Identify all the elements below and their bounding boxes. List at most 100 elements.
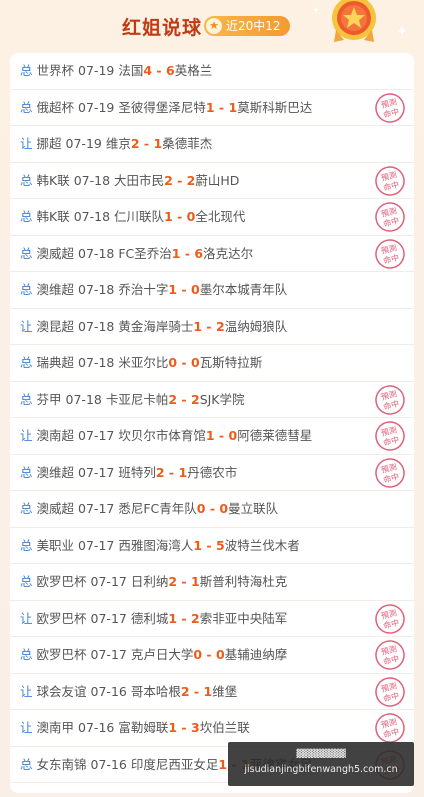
bet-type-tag: 总 bbox=[20, 501, 33, 516]
away-team: 桑德菲杰 bbox=[162, 136, 213, 151]
away-team: 索非亚中央陆军 bbox=[199, 610, 288, 626]
league-name: 美职业 bbox=[36, 537, 75, 553]
hit-stamp-icon: 預測命中 bbox=[375, 384, 405, 415]
list-item[interactable]: 让欧罗巴杯 07-17 德利城1 - 2索非亚中央陆军 預測 命中 bbox=[10, 601, 414, 637]
away-score: 0 bbox=[190, 355, 200, 370]
home-team: 大田市民 bbox=[114, 172, 165, 188]
home-team: 克卢日大学 bbox=[130, 647, 194, 662]
score-separator: - bbox=[214, 99, 229, 115]
list-item[interactable]: 总美职业 07-17 西雅图海湾人1 - 5波特兰伐木者 bbox=[10, 528, 414, 564]
list-item[interactable]: 让澳南超 07-17 坎贝尔市体育馆1 - 0阿德莱德彗星 預測 命中 bbox=[10, 418, 414, 455]
away-team: 蔚山HD bbox=[195, 172, 240, 188]
match-date: 07-17 bbox=[90, 610, 127, 626]
home-team: 圣彼得堡泽尼特 bbox=[118, 99, 206, 115]
away-score: 1 bbox=[203, 683, 213, 699]
list-item[interactable]: 总韩K联 07-18 仁川联队1 - 0全北现代 預測 命中 bbox=[10, 199, 414, 236]
home-team: 仁川联队 bbox=[114, 209, 165, 224]
away-score: 6 bbox=[194, 245, 204, 261]
hit-stamp-icon: 預測命中 bbox=[375, 603, 405, 634]
list-item[interactable]: 总俄超杯 07-19 圣彼得堡泽尼特1 - 1莫斯科斯巴达 預測 命中 bbox=[10, 90, 414, 126]
list-item[interactable]: 总芬甲 07-18 卡亚尼卡帕2 - 2SJK学院 預測 命中 bbox=[10, 382, 414, 418]
home-score: 0 bbox=[168, 355, 178, 370]
away-team: 坎伯兰联 bbox=[199, 720, 250, 735]
bet-type-tag: 总 bbox=[20, 245, 33, 261]
league-name: 女东南锦 bbox=[36, 756, 87, 772]
page-title: 红姐说球 bbox=[122, 17, 203, 39]
list-item[interactable]: 让挪超 07-19 维京2 - 1桑德菲杰 bbox=[10, 126, 414, 163]
match-date: 07-19 bbox=[65, 136, 102, 151]
away-team: 洛克达尔 bbox=[203, 245, 254, 261]
home-score: 1 bbox=[193, 537, 203, 553]
home-team: 法国 bbox=[118, 63, 144, 78]
away-score: 2 bbox=[190, 610, 200, 626]
score-separator: - bbox=[177, 355, 191, 370]
home-score: 1 bbox=[218, 756, 228, 772]
match-date: 07-16 bbox=[90, 683, 127, 699]
score-separator: - bbox=[152, 63, 166, 78]
away-team: 英格兰 bbox=[174, 63, 213, 78]
score-separator: - bbox=[139, 136, 154, 151]
list-item[interactable]: 让澳昆超 07-18 黄金海岸骑士1 - 2温纳姆狼队 bbox=[10, 309, 414, 345]
hit-stamp-icon: 預測命中 bbox=[375, 713, 405, 743]
home-team: 卡亚尼卡帕 bbox=[105, 391, 169, 407]
away-score: 3 bbox=[190, 720, 200, 735]
home-team: 日利纳 bbox=[130, 574, 169, 589]
list-item[interactable]: 总澳维超 07-18 乔治十字1 - 0墨尔本城青年队 bbox=[10, 272, 414, 309]
bet-type-tag: 让 bbox=[20, 318, 33, 334]
away-score: 1 bbox=[228, 99, 238, 115]
list-item[interactable]: 总瑞典超 07-18 米亚尔比0 - 0瓦斯特拉斯 bbox=[10, 345, 414, 382]
score-separator: - bbox=[177, 610, 191, 626]
away-score: 1 bbox=[178, 464, 188, 480]
score-separator: - bbox=[189, 683, 204, 699]
list-item[interactable]: 总欧罗巴杯 07-17 克卢日大学0 - 0基辅迪纳摩 預測 命中 bbox=[10, 637, 414, 674]
home-score: 1 bbox=[168, 720, 178, 735]
home-team: 富勒姆联 bbox=[118, 720, 169, 735]
home-score: 2 bbox=[164, 172, 173, 188]
list-item[interactable]: 总欧罗巴杯 07-17 日利纳2 - 1斯普利特海杜克 bbox=[10, 564, 414, 601]
list-item[interactable]: 总世界杯 07-19 法国4 - 6英格兰 bbox=[10, 53, 414, 90]
hit-stamp-icon: 預測命中 bbox=[375, 640, 405, 670]
league-name: 欧罗巴杯 bbox=[36, 610, 87, 626]
list-item[interactable]: 总澳威超 07-17 悉尼FC青年队0 - 0曼立联队 bbox=[10, 491, 414, 528]
away-score: 2 bbox=[215, 318, 225, 334]
match-date: 07-17 bbox=[90, 574, 127, 589]
away-team: 基辅迪纳摩 bbox=[224, 647, 288, 662]
list-item[interactable]: 总澳威超 07-18 FC圣乔治1 - 6洛克达尔 預測 命中 bbox=[10, 236, 414, 272]
away-score: 0 bbox=[219, 501, 229, 516]
home-score: 1 bbox=[205, 99, 215, 115]
home-team: 坎贝尔市体育馆 bbox=[118, 428, 206, 443]
home-score: 2 bbox=[168, 574, 178, 589]
home-score: 4 bbox=[143, 63, 153, 78]
match-date: 07-18 bbox=[78, 245, 115, 261]
hit-stamp-icon: 預測命中 bbox=[375, 457, 405, 488]
list-item[interactable]: 总韩K联 07-18 大田市民2 - 2蔚山HD 預測 命中 bbox=[10, 163, 414, 199]
home-score: 1 bbox=[193, 318, 203, 334]
watermark-top: ▓▓▓▓▓▓▓▓ bbox=[296, 749, 346, 758]
match-date: 07-17 bbox=[78, 428, 115, 443]
list-item[interactable]: 让球会友谊 07-16 哥本哈根2 - 1维堡 預測 命中 bbox=[10, 674, 414, 710]
match-date: 07-18 bbox=[78, 318, 115, 334]
hit-stamp-icon: 預測命中 bbox=[375, 238, 405, 269]
score-separator: - bbox=[180, 245, 195, 261]
bet-type-tag: 总 bbox=[20, 209, 33, 224]
bet-type-tag: 让 bbox=[20, 428, 33, 443]
match-date: 07-19 bbox=[78, 63, 115, 78]
bet-type-tag: 总 bbox=[20, 355, 33, 370]
away-score: 5 bbox=[215, 537, 225, 553]
list-item[interactable]: 总澳维超 07-17 班特列2 - 1丹德农市 預測 命中 bbox=[10, 455, 414, 491]
league-name: 俄超杯 bbox=[36, 99, 75, 115]
league-name: 芬甲 bbox=[36, 391, 62, 407]
away-score: 2 bbox=[190, 391, 200, 407]
bet-type-tag: 总 bbox=[20, 537, 33, 553]
bet-type-tag: 总 bbox=[20, 464, 33, 480]
sparkle-icon: ✦ bbox=[396, 24, 408, 40]
hit-stamp-icon: 預測命中 bbox=[375, 676, 405, 707]
match-date: 07-17 bbox=[90, 647, 127, 662]
league-name: 欧罗巴杯 bbox=[36, 647, 87, 662]
league-name: 欧罗巴杯 bbox=[36, 574, 87, 589]
home-score: 2 bbox=[155, 464, 165, 480]
match-date: 07-17 bbox=[78, 464, 115, 480]
away-score: 6 bbox=[165, 63, 175, 78]
away-team: SJK学院 bbox=[199, 391, 245, 407]
home-team: 西雅图海湾人 bbox=[118, 537, 194, 553]
